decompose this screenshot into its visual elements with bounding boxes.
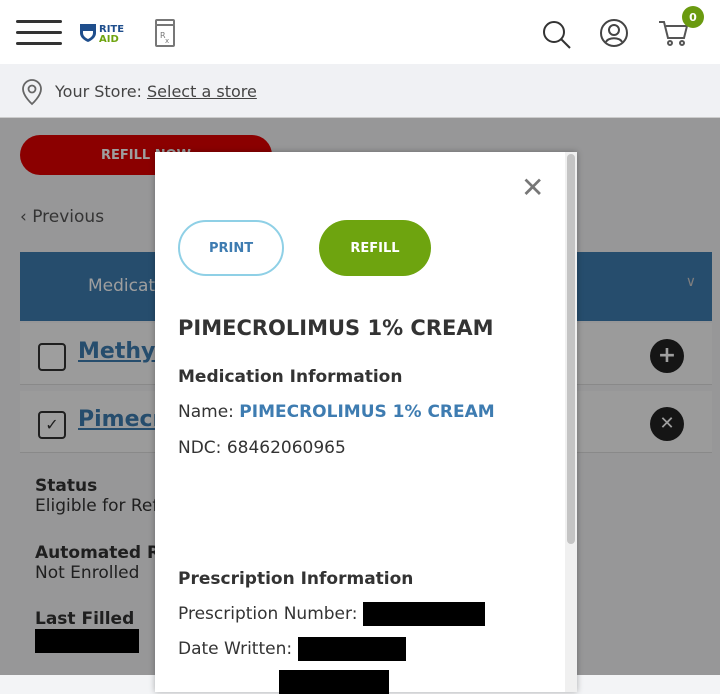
header: RITE AID Rx 0 bbox=[0, 0, 720, 64]
account-icon[interactable] bbox=[599, 18, 629, 52]
close-icon[interactable]: ✕ bbox=[521, 174, 544, 202]
redacted-field bbox=[279, 670, 389, 694]
modal-title: PIMECROLIMUS 1% CREAM bbox=[178, 316, 494, 340]
medication-info-heading: Medication Information bbox=[178, 367, 403, 387]
prescription-bottle-icon[interactable]: Rx bbox=[153, 18, 177, 52]
modal-scrollbar[interactable] bbox=[565, 152, 577, 692]
medication-modal: ✕ PRINT REFILL PIMECROLIMUS 1% CREAM Med… bbox=[155, 152, 577, 694]
prescription-number: Prescription Number: bbox=[178, 602, 485, 626]
print-button[interactable]: PRINT bbox=[178, 220, 284, 276]
store-label: Your Store: bbox=[55, 82, 142, 101]
svg-text:x: x bbox=[165, 37, 169, 45]
ndc: NDC: 68462060965 bbox=[178, 438, 346, 458]
select-store-link[interactable]: Select a store bbox=[147, 82, 257, 101]
cart-count-badge: 0 bbox=[682, 6, 704, 28]
menu-icon[interactable] bbox=[16, 20, 62, 46]
prescription-info-heading: Prescription Information bbox=[178, 569, 414, 589]
search-icon[interactable] bbox=[540, 18, 572, 54]
refill-button[interactable]: REFILL bbox=[319, 220, 431, 276]
medication-name: Name: PIMECROLIMUS 1% CREAM bbox=[178, 402, 495, 422]
rite-aid-logo[interactable]: RITE AID bbox=[79, 22, 129, 45]
date-written: Date Written: bbox=[178, 637, 406, 661]
svg-text:AID: AID bbox=[99, 34, 119, 44]
store-bar: Your Store: Select a store bbox=[0, 64, 720, 118]
location-pin-icon bbox=[20, 78, 44, 110]
scrollbar-thumb[interactable] bbox=[567, 154, 575, 544]
